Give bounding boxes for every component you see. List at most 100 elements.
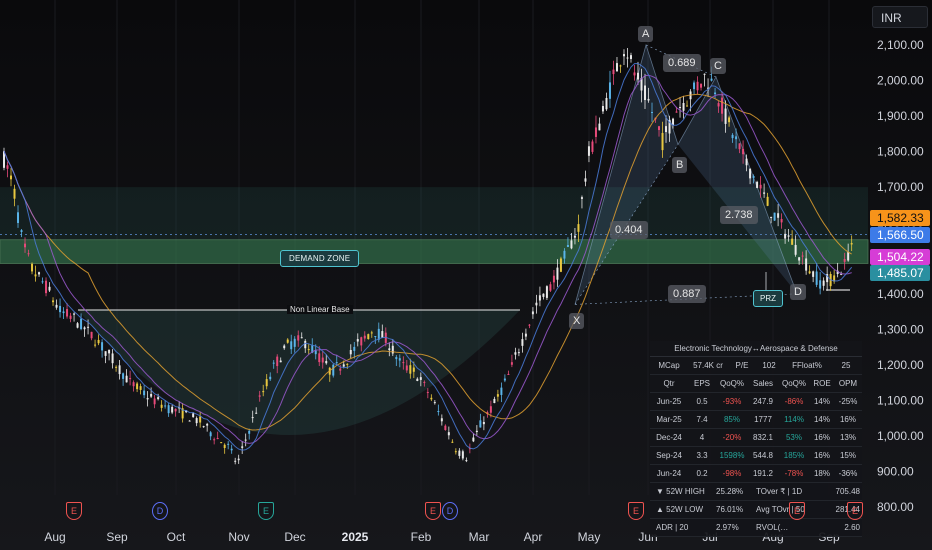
candle-body [675,111,678,113]
candle-body [594,127,597,137]
candle-body [283,345,286,349]
candle-body [805,258,808,271]
candle-body [307,349,310,351]
candle-body [129,378,132,380]
candle-body [419,377,422,380]
table-cell: 0.5 [696,397,708,406]
candle-body [794,244,797,255]
candle-body [784,233,787,239]
candle-body [745,158,748,166]
candle-body [465,460,468,462]
col-header: OPM [838,379,858,388]
candle-body [108,349,111,354]
earnings-event-icon[interactable]: E [258,502,274,520]
candle-body [461,451,464,459]
candle-body [724,108,727,124]
table-cell: 185% [783,451,805,460]
stats-cell: ▲ 52W LOW [656,505,704,514]
x-tick-label: Nov [228,530,249,544]
table-cell: 18% [813,469,830,478]
pe-label: P/E [735,361,749,370]
earnings-event-icon[interactable]: E [847,502,863,520]
candle-body [843,259,846,262]
candle-body [815,271,818,285]
table-header-row: Qtr EPS QoQ% Sales QoQ% ROE OPM [650,375,862,393]
table-cell: 1598% [719,451,745,460]
earnings-event-icon[interactable]: E [628,502,644,520]
candle-body [612,69,615,75]
earnings-event-icon[interactable]: E [789,502,805,520]
prz-label[interactable]: PRZ [753,290,783,307]
candle-body [479,420,482,428]
table-cell: Mar-25 [656,415,682,424]
candle-body [104,351,107,356]
earnings-event-icon[interactable]: E [425,502,441,520]
candle-body [598,123,601,131]
demand-zone-label[interactable]: DEMAND ZONE [280,250,360,267]
y-tick-label: 800.00 [877,500,914,514]
table-cell: 832.1 [752,433,774,442]
candle-body [251,417,254,419]
candle-body [20,230,23,232]
candle-body [500,387,503,395]
candle-body [451,441,454,443]
candle-body [94,344,97,346]
candle-body [66,309,69,317]
dividend-event-icon[interactable]: D [442,502,458,520]
candle-body [819,280,822,289]
col-header: QoQ% [719,379,744,388]
candle-body [206,423,209,426]
candle-body [444,425,447,431]
candle-body [580,197,583,199]
candle-body [360,337,363,346]
x-tick-label: Dec [284,530,305,544]
candle-body [59,305,62,313]
candle-body [6,165,9,169]
y-tick-label: 1,300.00 [877,322,924,336]
candle-body [447,432,450,436]
table-row: Jun-24 0.2 -98% 191.2 -78% 18% -36% [650,465,862,483]
candle-body [633,72,636,76]
candle-body [276,356,279,367]
candle-body [584,178,587,182]
stats-row: ADR | 20 2.97% RVOL(… 2.60 [650,519,862,537]
candle-body [493,398,496,404]
candle-body [381,331,384,338]
currency-selector[interactable]: INR [872,6,928,28]
candle-body [454,451,457,453]
ffloat-value: 25 [841,361,851,370]
candle-body [290,341,293,350]
ffloat-label: FFloat% [792,361,822,370]
candle-body [591,141,594,152]
table-cell: Sep-24 [656,451,682,460]
stats-cell: Avg TOvr | 50 [756,505,805,514]
candle-body [17,212,20,223]
y-tick-label: 1,700.00 [877,180,924,194]
fundamentals-table: Electronic Technology↔Aerospace & Defens… [650,341,862,537]
stats-cell: 705.48 [835,487,860,496]
candle-body [717,103,720,107]
candle-body [48,286,51,291]
ratio-xd-label: 0.887 [668,285,706,303]
candle-body [556,267,559,280]
candle-body [472,437,475,442]
candle-body [759,184,762,189]
table-cell: 0.2 [696,469,708,478]
candle-body [798,257,801,261]
stats-row: ▼ 52W HIGH 25.28% TOver ₹ | 1D 705.48 [650,483,862,501]
dividend-event-icon[interactable]: D [152,502,168,520]
candle-body [686,105,689,107]
table-cell: 4 [699,433,705,442]
stats-cell: 2.60 [844,523,860,532]
candle-body [482,421,485,425]
candle-body [223,444,226,449]
candle-body [636,72,639,80]
table-cell: 16% [813,451,830,460]
table-cell: 14% [813,397,830,406]
candle-body [363,335,366,339]
earnings-event-icon[interactable]: E [66,502,82,520]
candle-body [83,327,86,330]
table-row: Dec-24 4 -20% 832.1 53% 16% 13% [650,429,862,447]
candle-body [220,442,223,444]
candle-body [244,439,247,441]
